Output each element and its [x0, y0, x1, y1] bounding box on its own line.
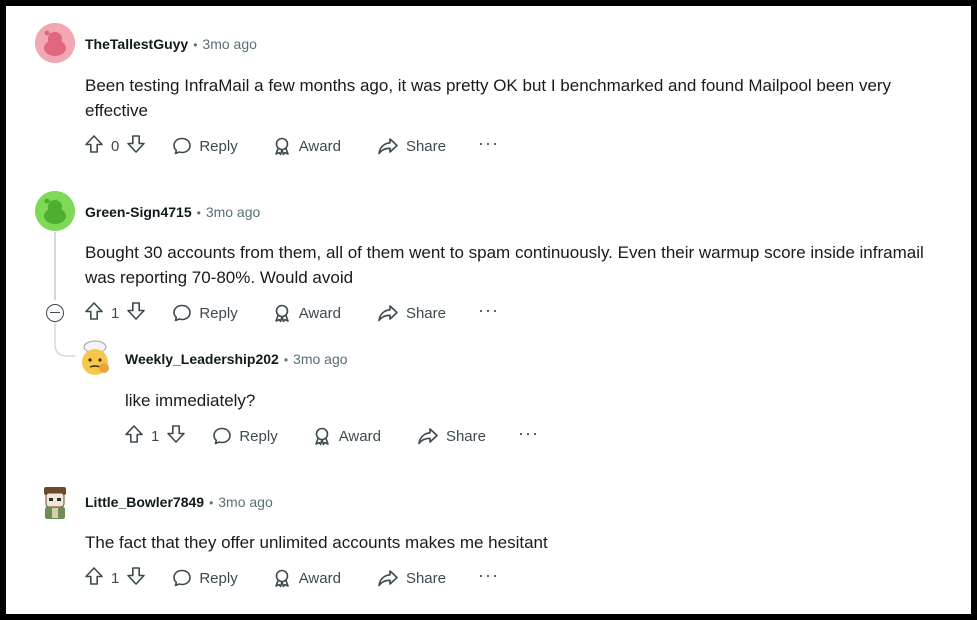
comment-actions: 1 Reply Award Share ···	[84, 562, 499, 594]
reply-button[interactable]: Reply	[212, 420, 278, 452]
reply-icon	[172, 136, 192, 156]
share-button[interactable]: Share	[377, 297, 446, 329]
downvote-icon[interactable]	[126, 566, 146, 591]
vote-count: 1	[151, 427, 160, 445]
award-label: Award	[298, 137, 341, 155]
comment-body: The fact that they offer unlimited accou…	[85, 533, 548, 552]
thread-line	[54, 232, 56, 300]
comment-thread: TheTallestGuyy • 3mo ago Been testing Infr…	[6, 6, 971, 614]
avatar[interactable]	[35, 191, 75, 231]
share-label: Share	[405, 137, 446, 155]
award-label: Award	[338, 427, 381, 445]
separator-dot: •	[209, 496, 214, 510]
downvote-icon[interactable]	[166, 424, 186, 449]
author-name[interactable]: Weekly_Leadership202	[125, 351, 279, 367]
award-button[interactable]: Award	[312, 420, 381, 452]
separator-dot: •	[196, 206, 201, 220]
timestamp[interactable]: 3mo ago	[218, 494, 272, 510]
comment-meta: Green-Sign4715 • 3mo ago	[85, 200, 260, 224]
reply-icon	[172, 568, 192, 588]
comment-actions: 1 Reply Award Share ···	[124, 420, 539, 452]
reply-label: Reply	[199, 569, 238, 587]
vote-count: 1	[111, 304, 120, 322]
separator-dot: •	[283, 353, 289, 367]
author-name[interactable]: Little_Bowler7849	[85, 494, 204, 510]
award-icon	[312, 426, 332, 446]
downvote-icon[interactable]	[126, 301, 146, 326]
reply-button[interactable]: Reply	[172, 297, 238, 329]
avatar[interactable]	[35, 481, 75, 521]
share-label: Share	[405, 569, 446, 587]
vote-group: 1	[84, 566, 146, 591]
award-label: Award	[298, 304, 341, 322]
share-button[interactable]: Share	[377, 562, 446, 594]
comment-meta: Weekly_Leadership202 • 3mo ago	[125, 347, 348, 371]
avatar[interactable]	[35, 23, 75, 63]
share-button[interactable]: Share	[377, 130, 446, 162]
downvote-icon[interactable]	[126, 134, 146, 159]
more-icon[interactable]: ···	[478, 127, 499, 165]
comment-meta: Little_Bowler7849 • 3mo ago	[85, 490, 273, 514]
more-icon[interactable]: ···	[478, 294, 499, 332]
upvote-icon[interactable]	[84, 134, 104, 159]
award-label: Award	[298, 569, 341, 587]
vote-group: 1	[84, 301, 146, 326]
author-name[interactable]: TheTallestGuyy	[85, 36, 188, 52]
vote-count: 0	[111, 137, 120, 155]
reply-label: Reply	[199, 137, 238, 155]
vote-count: 1	[111, 569, 120, 587]
author-name[interactable]: Green-Sign4715	[85, 204, 192, 220]
reply-icon	[172, 303, 192, 323]
collapse-icon[interactable]	[46, 304, 64, 322]
reply-label: Reply	[199, 304, 238, 322]
comment-meta: TheTallestGuyy • 3mo ago	[85, 32, 257, 56]
upvote-icon[interactable]	[84, 566, 104, 591]
share-label: Share	[445, 427, 486, 445]
comment-body: Bought 30 accounts from them, all of the…	[85, 243, 924, 287]
more-icon[interactable]: ···	[478, 559, 499, 597]
award-button[interactable]: Award	[272, 562, 341, 594]
share-button[interactable]: Share	[417, 420, 486, 452]
share-label: Share	[405, 304, 446, 322]
award-icon	[272, 568, 292, 588]
avatar[interactable]	[75, 338, 115, 378]
comment-body: like immediately?	[125, 391, 256, 410]
timestamp[interactable]: 3mo ago	[293, 351, 347, 367]
share-icon	[377, 303, 399, 323]
timestamp[interactable]: 3mo ago	[206, 204, 260, 220]
separator-dot: •	[193, 38, 198, 52]
share-icon	[377, 136, 399, 156]
vote-group: 1	[124, 424, 186, 449]
award-icon	[272, 303, 292, 323]
award-button[interactable]: Award	[272, 297, 341, 329]
share-icon	[417, 426, 439, 446]
reply-label: Reply	[239, 427, 278, 445]
upvote-icon[interactable]	[84, 301, 104, 326]
reply-button[interactable]: Reply	[172, 562, 238, 594]
award-button[interactable]: Award	[272, 130, 341, 162]
reply-button[interactable]: Reply	[172, 130, 238, 162]
share-icon	[377, 568, 399, 588]
comment-actions: 1 Reply Award Share ···	[84, 297, 499, 329]
vote-group: 0	[84, 134, 146, 159]
reply-icon	[212, 426, 232, 446]
timestamp[interactable]: 3mo ago	[202, 36, 256, 52]
more-icon[interactable]: ···	[518, 417, 539, 455]
comment-body: Been testing InfraMail a few months ago,…	[85, 76, 892, 120]
upvote-icon[interactable]	[124, 424, 144, 449]
award-icon	[272, 136, 292, 156]
comment-actions: 0 Reply Award Share ···	[84, 130, 499, 162]
